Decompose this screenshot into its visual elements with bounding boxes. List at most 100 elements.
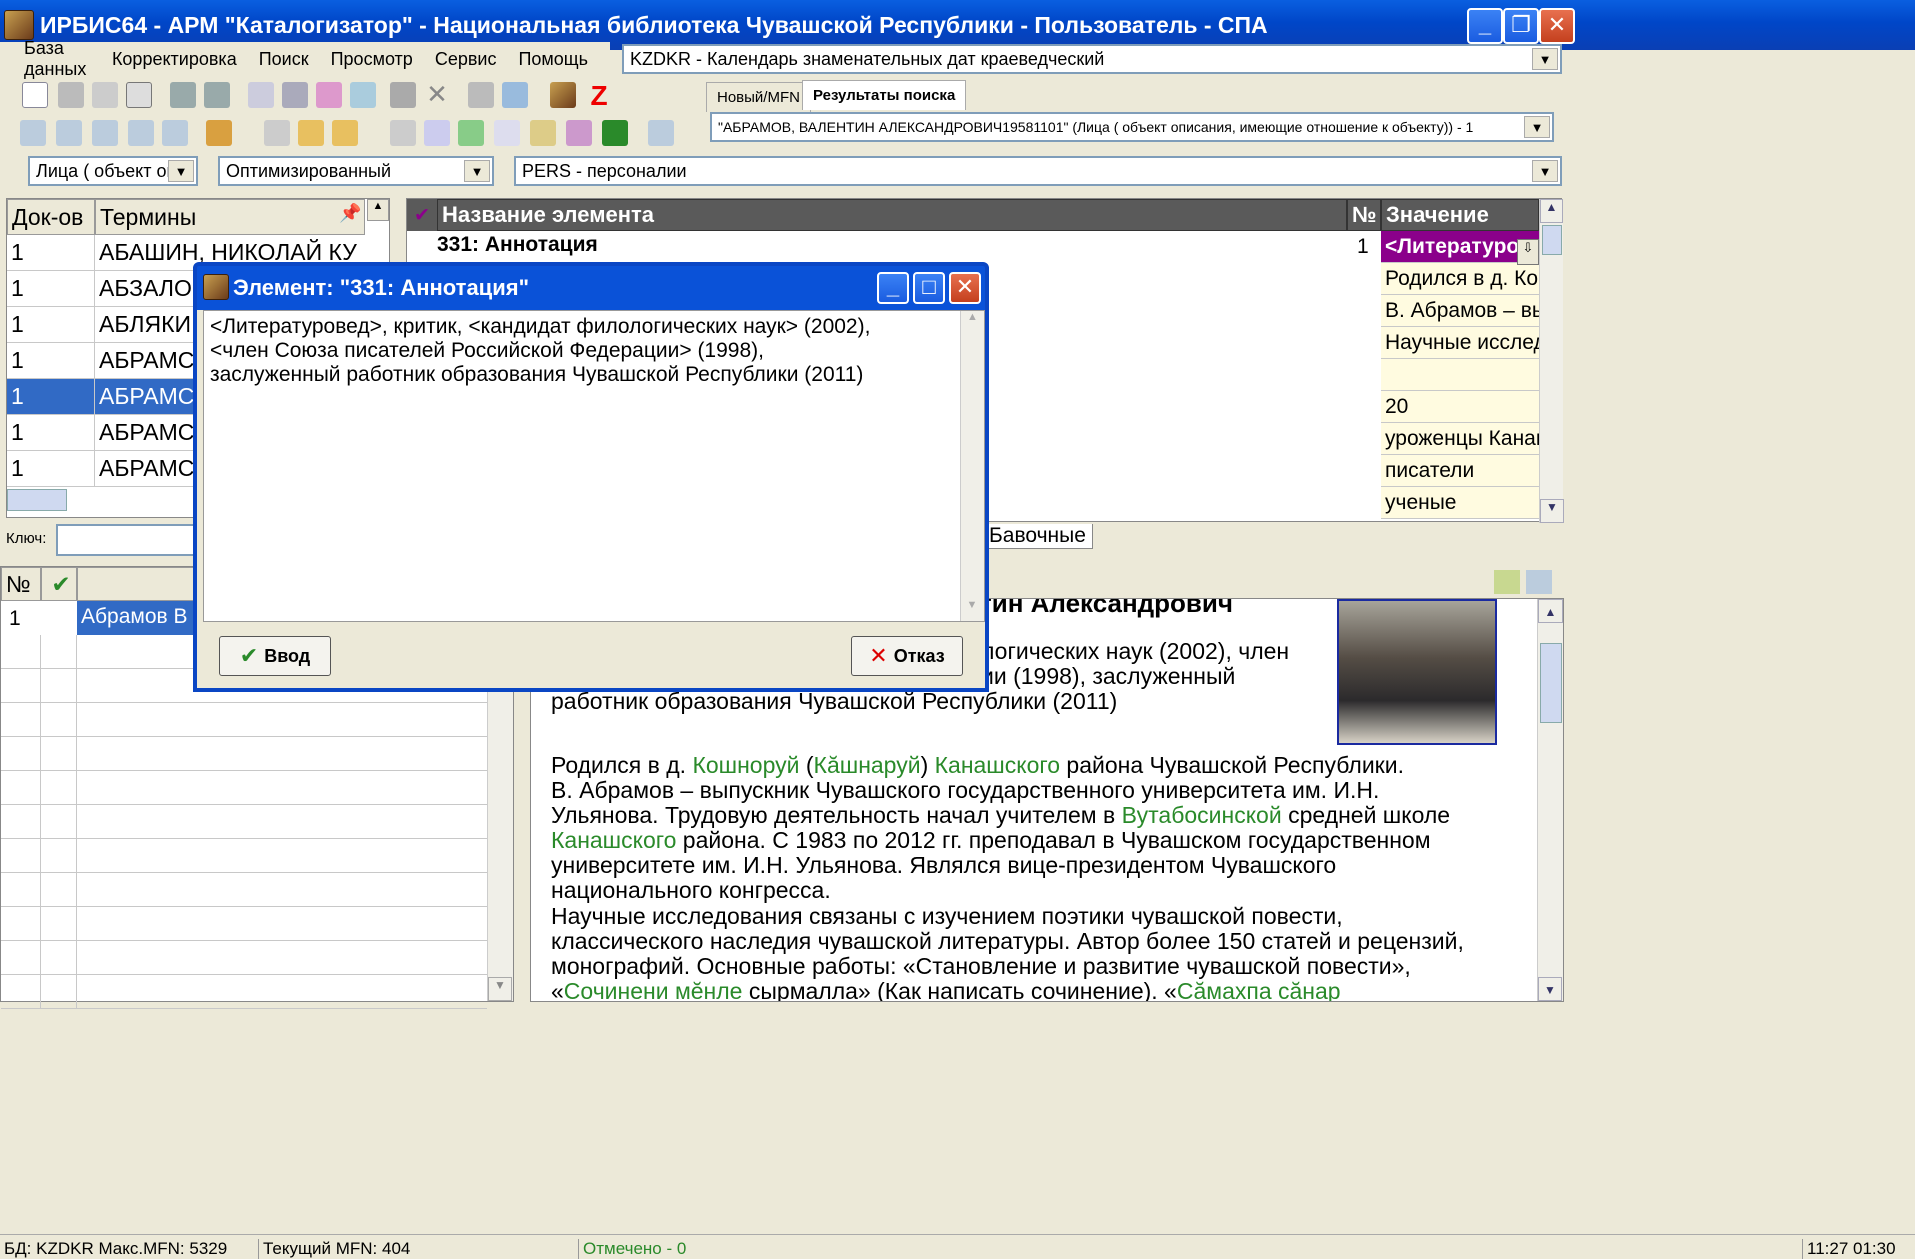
go-icon[interactable] [458, 120, 484, 146]
folder-icon[interactable] [530, 120, 556, 146]
preview-format-icon[interactable] [1494, 570, 1520, 594]
minimize-button[interactable]: _ [1467, 8, 1503, 44]
result-check-cell[interactable] [41, 737, 77, 770]
scroll-up-icon[interactable]: ▲ [1538, 599, 1563, 623]
mode-select[interactable]: Оптимизированный ▼ [218, 156, 494, 186]
link-icon[interactable] [264, 120, 290, 146]
maximize-button[interactable]: □ [913, 272, 945, 304]
result-check-cell[interactable] [41, 975, 77, 1008]
cancel-button[interactable]: ✕ Отказ [851, 636, 963, 676]
terms-header-terms[interactable]: Термины [95, 199, 365, 235]
tools-icon[interactable] [206, 120, 232, 146]
export-icon[interactable] [468, 82, 494, 108]
result-check-cell[interactable] [41, 805, 77, 838]
link-samakhpa[interactable]: Сăмахпа сăнар [1177, 978, 1341, 1002]
query-select[interactable]: "АБРАМОВ, ВАЛЕНТИН АЛЕКСАНДРОВИЧ19581101… [710, 112, 1554, 142]
expand-icon[interactable]: ⇩ [1517, 239, 1539, 265]
menu-help[interactable]: Помощь [518, 49, 588, 70]
printer-icon[interactable] [390, 120, 416, 146]
database-select[interactable]: KZDKR - Календарь знаменательных дат кра… [622, 44, 1562, 74]
link-sochineni[interactable]: Сочинени мĕнле [564, 978, 743, 1002]
scroll-down-icon[interactable]: ▼ [1538, 977, 1562, 1001]
arrow-right-icon[interactable] [204, 82, 230, 108]
result-row[interactable] [1, 771, 487, 805]
link-kanash[interactable]: Канашского [935, 752, 1060, 778]
result-row[interactable] [1, 839, 487, 873]
minimize-button[interactable]: _ [877, 272, 909, 304]
grid-icon[interactable] [282, 82, 308, 108]
format1-icon[interactable] [20, 120, 46, 146]
format2-icon[interactable] [56, 120, 82, 146]
result-check-cell[interactable] [41, 635, 77, 668]
result-row[interactable] [1, 873, 487, 907]
results-header-num[interactable]: № [1, 567, 41, 601]
excel-icon[interactable] [602, 120, 628, 146]
scroll-down-icon[interactable]: ▼ [488, 977, 512, 1001]
field-value-row[interactable]: 20 [1381, 391, 1539, 423]
result-row[interactable] [1, 703, 487, 737]
fields-header-name[interactable]: Название элемента [437, 199, 1347, 231]
field-name[interactable]: 331: Аннотация [437, 233, 598, 257]
field-value-row[interactable]: уроженцы Канашского района [1381, 423, 1539, 455]
link-kanash[interactable]: Канашского [551, 827, 676, 853]
fields-scrollbar[interactable]: ▲ ▼ [1539, 199, 1564, 523]
chevron-down-icon[interactable]: ▼ [1532, 48, 1558, 70]
field-value-row[interactable]: писатели [1381, 455, 1539, 487]
link-kashnaruy[interactable]: Кăшнаруй [814, 752, 921, 778]
field-value-row[interactable]: ученые [1381, 487, 1539, 519]
annotation-textarea[interactable]: <Литературовед>, критик, <кандидат филол… [203, 310, 985, 622]
chevron-down-icon[interactable]: ▼ [464, 160, 490, 182]
result-row[interactable] [1, 941, 487, 975]
menu-database[interactable]: База данных [24, 38, 90, 80]
result-check-cell[interactable] [41, 941, 77, 974]
format5-icon[interactable] [162, 120, 188, 146]
tab-worksheet[interactable]: Бавочные [982, 524, 1093, 549]
restore-button[interactable]: ❐ [1503, 8, 1539, 44]
menu-view[interactable]: Просмотр [331, 49, 413, 70]
terms-header-docs[interactable]: Док-ов [7, 199, 95, 235]
result-row[interactable] [1, 907, 487, 941]
dialog-titlebar[interactable]: Элемент: "331: Аннотация" _ □ ✕ [197, 266, 985, 310]
field-value-row[interactable]: <Литературовед>, критик, <кандидат филол… [1381, 231, 1539, 263]
scroll-down-icon[interactable]: ▼ [1540, 499, 1564, 523]
irbis-icon[interactable] [550, 82, 576, 108]
batch-print-icon[interactable] [424, 120, 450, 146]
scroll-thumb[interactable] [1542, 225, 1562, 255]
field-value-row[interactable] [1381, 359, 1539, 391]
print-icon[interactable] [316, 82, 342, 108]
field-value-row[interactable]: В. Абрамов – выпускник Чувашского госуда… [1381, 295, 1539, 327]
menu-edit[interactable]: Корректировка [112, 49, 237, 70]
copy-icon[interactable] [126, 82, 152, 108]
ok-button[interactable]: ✔ Ввод [219, 636, 331, 676]
scroll-up-icon[interactable]: ▲ [961, 311, 984, 333]
z-icon[interactable]: Z [586, 80, 612, 111]
import-icon[interactable] [502, 82, 528, 108]
paste-icon[interactable] [298, 120, 324, 146]
link-koshnoruy[interactable]: Кошноруй [692, 752, 799, 778]
scroll-up-icon[interactable]: ▲ [367, 199, 389, 221]
fields-header-num[interactable]: № [1347, 199, 1381, 231]
terms-hscroll[interactable] [7, 489, 67, 511]
fields-header-value[interactable]: Значение [1381, 199, 1539, 231]
result-row[interactable] [1, 805, 487, 839]
chevron-down-icon[interactable]: ▼ [168, 160, 194, 182]
save-icon[interactable] [58, 82, 84, 108]
field-value-row[interactable]: Научные исследования связаны с изучением… [1381, 327, 1539, 359]
clipboard-icon[interactable] [332, 120, 358, 146]
new-doc-icon[interactable] [22, 82, 48, 108]
pin-icon[interactable]: 📌 [339, 203, 361, 224]
preview-print-icon[interactable] [1526, 570, 1552, 594]
result-check-cell[interactable] [41, 669, 77, 702]
tree-icon[interactable] [350, 82, 376, 108]
delete-icon[interactable]: ✕ [424, 81, 450, 108]
chevron-down-icon[interactable]: ▼ [1524, 116, 1550, 138]
chart-icon[interactable] [566, 120, 592, 146]
check-icon[interactable]: ✔ [41, 567, 77, 601]
result-check-cell[interactable] [41, 873, 77, 906]
textarea-scrollbar[interactable]: ▲ ▼ [960, 311, 984, 621]
scroll-up-icon[interactable]: ▲ [1540, 199, 1563, 223]
result-check-cell[interactable] [41, 839, 77, 872]
tab-new-mfn[interactable]: Новый/MFN [706, 82, 811, 112]
close-button[interactable]: ✕ [1539, 8, 1575, 44]
result-check-cell[interactable] [41, 703, 77, 736]
